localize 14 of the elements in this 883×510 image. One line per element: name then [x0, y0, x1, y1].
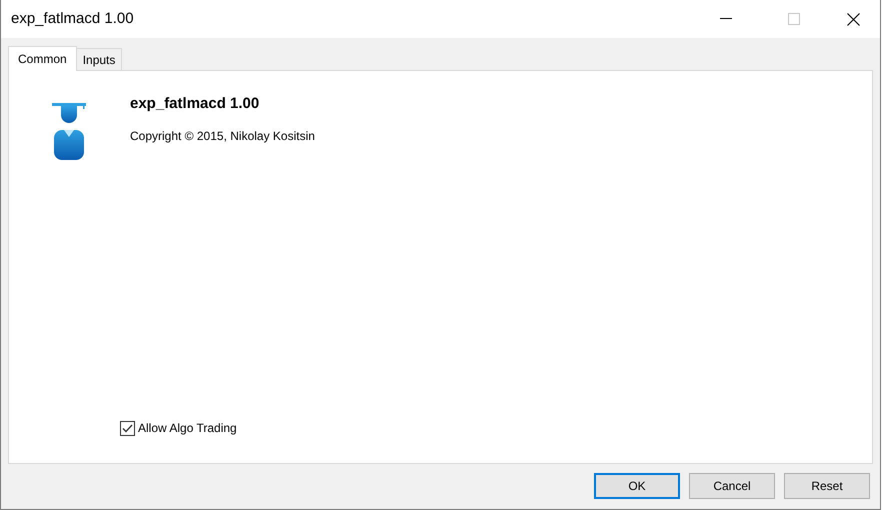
- close-icon[interactable]: [847, 12, 860, 26]
- dialog-button[interactable]: Cancel: [689, 473, 775, 499]
- tab[interactable]: Inputs: [76, 48, 122, 71]
- dialog-button[interactable]: OK: [594, 473, 680, 499]
- checkmark-icon: [122, 424, 133, 432]
- checkbox-label[interactable]: Allow Algo Trading: [138, 419, 237, 437]
- program-name: exp_fatlmacd 1.00: [130, 94, 260, 114]
- checkbox[interactable]: [120, 420, 135, 436]
- dialog-button[interactable]: Reset: [784, 473, 870, 499]
- graduate-icon: [52, 103, 86, 161]
- minimize-icon[interactable]: [720, 18, 732, 20]
- tab[interactable]: Common: [8, 46, 77, 71]
- copyright-text: Copyright © 2015, Nikolay Kositsin: [130, 128, 315, 144]
- window-title: exp_fatlmacd 1.00: [10, 8, 135, 29]
